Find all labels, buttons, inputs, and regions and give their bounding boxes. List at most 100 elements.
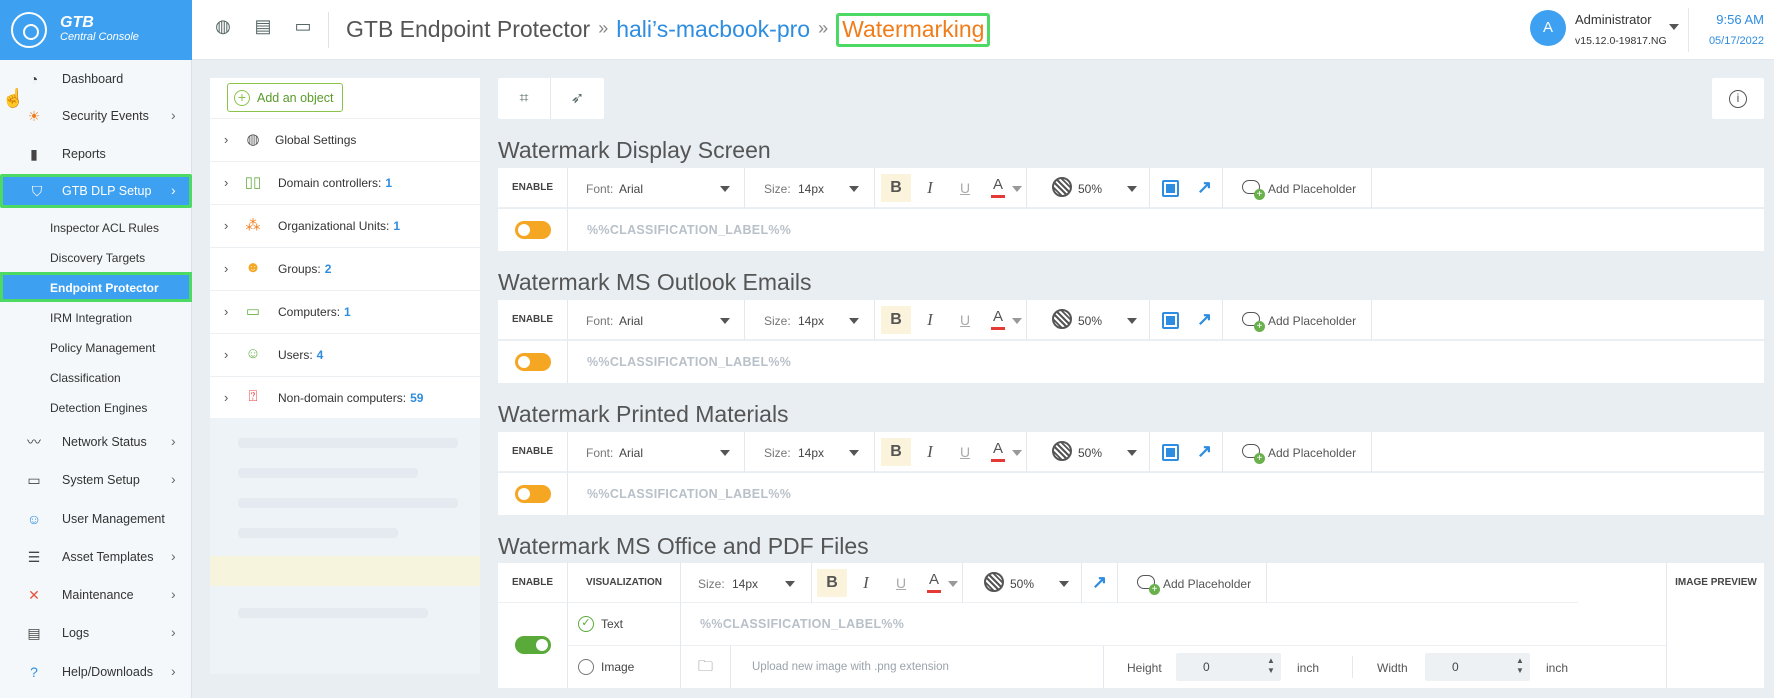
display-screen-enable-toggle[interactable] [515, 221, 551, 239]
bold-button[interactable]: B [881, 306, 911, 334]
sidebar-item-security-events[interactable]: ☀ Security Events › [0, 99, 192, 133]
sidebar-subitem-classification[interactable]: Classification [0, 363, 192, 391]
watermark-text-input[interactable]: %%CLASSIFICATION_LABEL%% [587, 355, 791, 369]
font-color-button[interactable]: A [988, 176, 1008, 200]
chevron-down-icon[interactable] [1127, 318, 1137, 324]
size-select[interactable]: Size: 14px [681, 563, 812, 603]
chevron-down-icon[interactable] [1059, 581, 1069, 587]
add-placeholder-button[interactable]: Add Placeholder [1242, 300, 1370, 340]
chevron-down-icon[interactable] [1012, 186, 1022, 192]
italic-button[interactable]: I [915, 174, 945, 202]
tree-row-computers[interactable]: › ▭ Computers: 1 [210, 290, 480, 333]
document-search-icon[interactable]: ▤ [250, 16, 276, 42]
sidebar-subitem-inspector-acl-rules[interactable]: Inspector ACL Rules [0, 213, 192, 241]
sidebar-subitem-discovery-targets[interactable]: Discovery Targets [0, 243, 192, 271]
folder-icon[interactable]: 🗀 [681, 646, 731, 688]
diagonal-arrow-button[interactable]: ↗ [1197, 177, 1212, 198]
tree-row-global-settings[interactable]: › ◍ Global Settings [210, 118, 480, 161]
chevron-down-icon[interactable] [1669, 24, 1679, 30]
devices-icon[interactable]: ▭ [290, 16, 316, 42]
font-color-button[interactable]: A [988, 440, 1008, 464]
diagonal-arrow-button[interactable]: ↗ [1197, 441, 1212, 462]
add-object-button[interactable]: + Add an object [227, 83, 343, 112]
chevron-down-icon[interactable] [1012, 318, 1022, 324]
user-name[interactable]: Administrator [1575, 12, 1652, 27]
underline-button[interactable]: U [886, 569, 916, 597]
stepper-arrows-icon[interactable]: ▲ ▼ [1267, 656, 1275, 676]
breadcrumb-computer-link[interactable]: hali’s-macbook-pro [616, 16, 810, 42]
width-input[interactable]: 0 ▲ ▼ [1425, 653, 1530, 681]
sidebar-item-asset-templates[interactable]: ☰ Asset Templates › [0, 540, 192, 574]
avatar[interactable]: A [1530, 10, 1566, 46]
chevron-down-icon[interactable] [1012, 450, 1022, 456]
chevron-down-icon[interactable] [1127, 186, 1137, 192]
upload-image-input[interactable]: Upload new image with .png extension [752, 661, 949, 673]
italic-button[interactable]: I [915, 438, 945, 466]
opacity-value[interactable]: 50% [1078, 446, 1102, 460]
font-color-button[interactable]: A [988, 308, 1008, 332]
globe-shield-icon[interactable]: ◍ [210, 16, 236, 42]
chevron-right-icon[interactable]: › [224, 347, 228, 362]
font-select[interactable]: Font: Arial [568, 432, 745, 472]
chevron-right-icon[interactable]: › [224, 261, 228, 276]
sidebar-item-user-management[interactable]: ☺ User Management [0, 502, 192, 536]
bold-button[interactable]: B [881, 174, 911, 202]
tree-row-domain-controllers[interactable]: › ▯▯ Domain controllers: 1 [210, 161, 480, 204]
office-pdf-enable-toggle[interactable] [515, 636, 551, 654]
watermark-text-input[interactable]: %%CLASSIFICATION_LABEL%% [587, 223, 791, 237]
add-placeholder-button[interactable]: Add Placeholder [1242, 432, 1370, 472]
diagonal-arrow-button[interactable]: ↗ [1092, 572, 1107, 593]
opacity-value[interactable]: 50% [1078, 314, 1102, 328]
sidebar-subitem-policy-management[interactable]: Policy Management [0, 333, 192, 361]
italic-button[interactable]: I [915, 306, 945, 334]
sidebar-subitem-detection-engines[interactable]: Detection Engines [0, 393, 192, 421]
size-select[interactable]: Size: 14px [745, 432, 875, 472]
rocket-icon[interactable]: ➶ [551, 78, 604, 119]
chevron-down-icon[interactable] [948, 581, 958, 587]
font-color-button[interactable]: A [924, 571, 944, 595]
tree-row-non-domain-computers[interactable]: › ⍰ Non-domain computers: 59 [210, 376, 480, 419]
chevron-right-icon[interactable]: › [224, 132, 228, 147]
opacity-value[interactable]: 50% [1078, 182, 1102, 196]
underline-button[interactable]: U [950, 306, 980, 334]
chevron-right-icon[interactable]: › [224, 390, 228, 405]
size-select[interactable]: Size: 14px [745, 168, 875, 208]
sidebar-item-network-status[interactable]: 〰 Network Status › [0, 425, 192, 459]
printed-materials-enable-toggle[interactable] [515, 485, 551, 503]
tree-row-groups[interactable]: › ☻ Groups: 2 [210, 247, 480, 290]
sidebar-subitem-endpoint-protector[interactable]: Endpoint Protector [0, 272, 192, 302]
height-input[interactable]: 0 ▲ ▼ [1176, 653, 1281, 681]
background-box-button[interactable] [1162, 312, 1179, 329]
bold-button[interactable]: B [817, 569, 847, 597]
chevron-right-icon[interactable]: › [224, 175, 228, 190]
sidebar-item-maintenance[interactable]: ✕ Maintenance › [0, 578, 192, 612]
font-select[interactable]: Font: Arial [568, 300, 745, 340]
scan-icon[interactable]: ⌗ [498, 78, 551, 119]
sidebar-subitem-irm-integration[interactable]: IRM Integration [0, 303, 192, 331]
watermark-text-input[interactable]: %%CLASSIFICATION_LABEL%% [587, 487, 791, 501]
background-box-button[interactable] [1162, 444, 1179, 461]
italic-button[interactable]: I [851, 569, 881, 597]
tree-row-users[interactable]: › ☺ Users: 4 [210, 333, 480, 376]
sidebar-item-gtb-dlp-setup[interactable]: ⛉ GTB DLP Setup › [0, 174, 192, 208]
app-logo[interactable]: GTB Central Console [0, 0, 192, 60]
info-button[interactable]: i [1712, 78, 1764, 119]
watermark-text-input[interactable]: %%CLASSIFICATION_LABEL%% [700, 617, 904, 631]
underline-button[interactable]: U [950, 174, 980, 202]
background-box-button[interactable] [1162, 180, 1179, 197]
chevron-right-icon[interactable]: › [224, 304, 228, 319]
add-placeholder-button[interactable]: Add Placeholder [1242, 168, 1370, 208]
sidebar-item-reports[interactable]: ▮ Reports [0, 137, 192, 171]
size-select[interactable]: Size: 14px [745, 300, 875, 340]
font-select[interactable]: Font: Arial [568, 168, 745, 208]
sidebar-item-system-setup[interactable]: ▭ System Setup › [0, 463, 192, 497]
chevron-right-icon[interactable]: › [224, 218, 228, 233]
add-placeholder-button[interactable]: Add Placeholder [1137, 563, 1265, 603]
sidebar-item-dashboard[interactable]: ◔ Dashboard [0, 62, 192, 96]
diagonal-arrow-button[interactable]: ↗ [1197, 309, 1212, 330]
opacity-value[interactable]: 50% [1010, 577, 1034, 591]
chevron-down-icon[interactable] [1127, 450, 1137, 456]
underline-button[interactable]: U [950, 438, 980, 466]
stepper-arrows-icon[interactable]: ▲ ▼ [1516, 656, 1524, 676]
sidebar-item-logs[interactable]: ▤ Logs › [0, 616, 192, 650]
